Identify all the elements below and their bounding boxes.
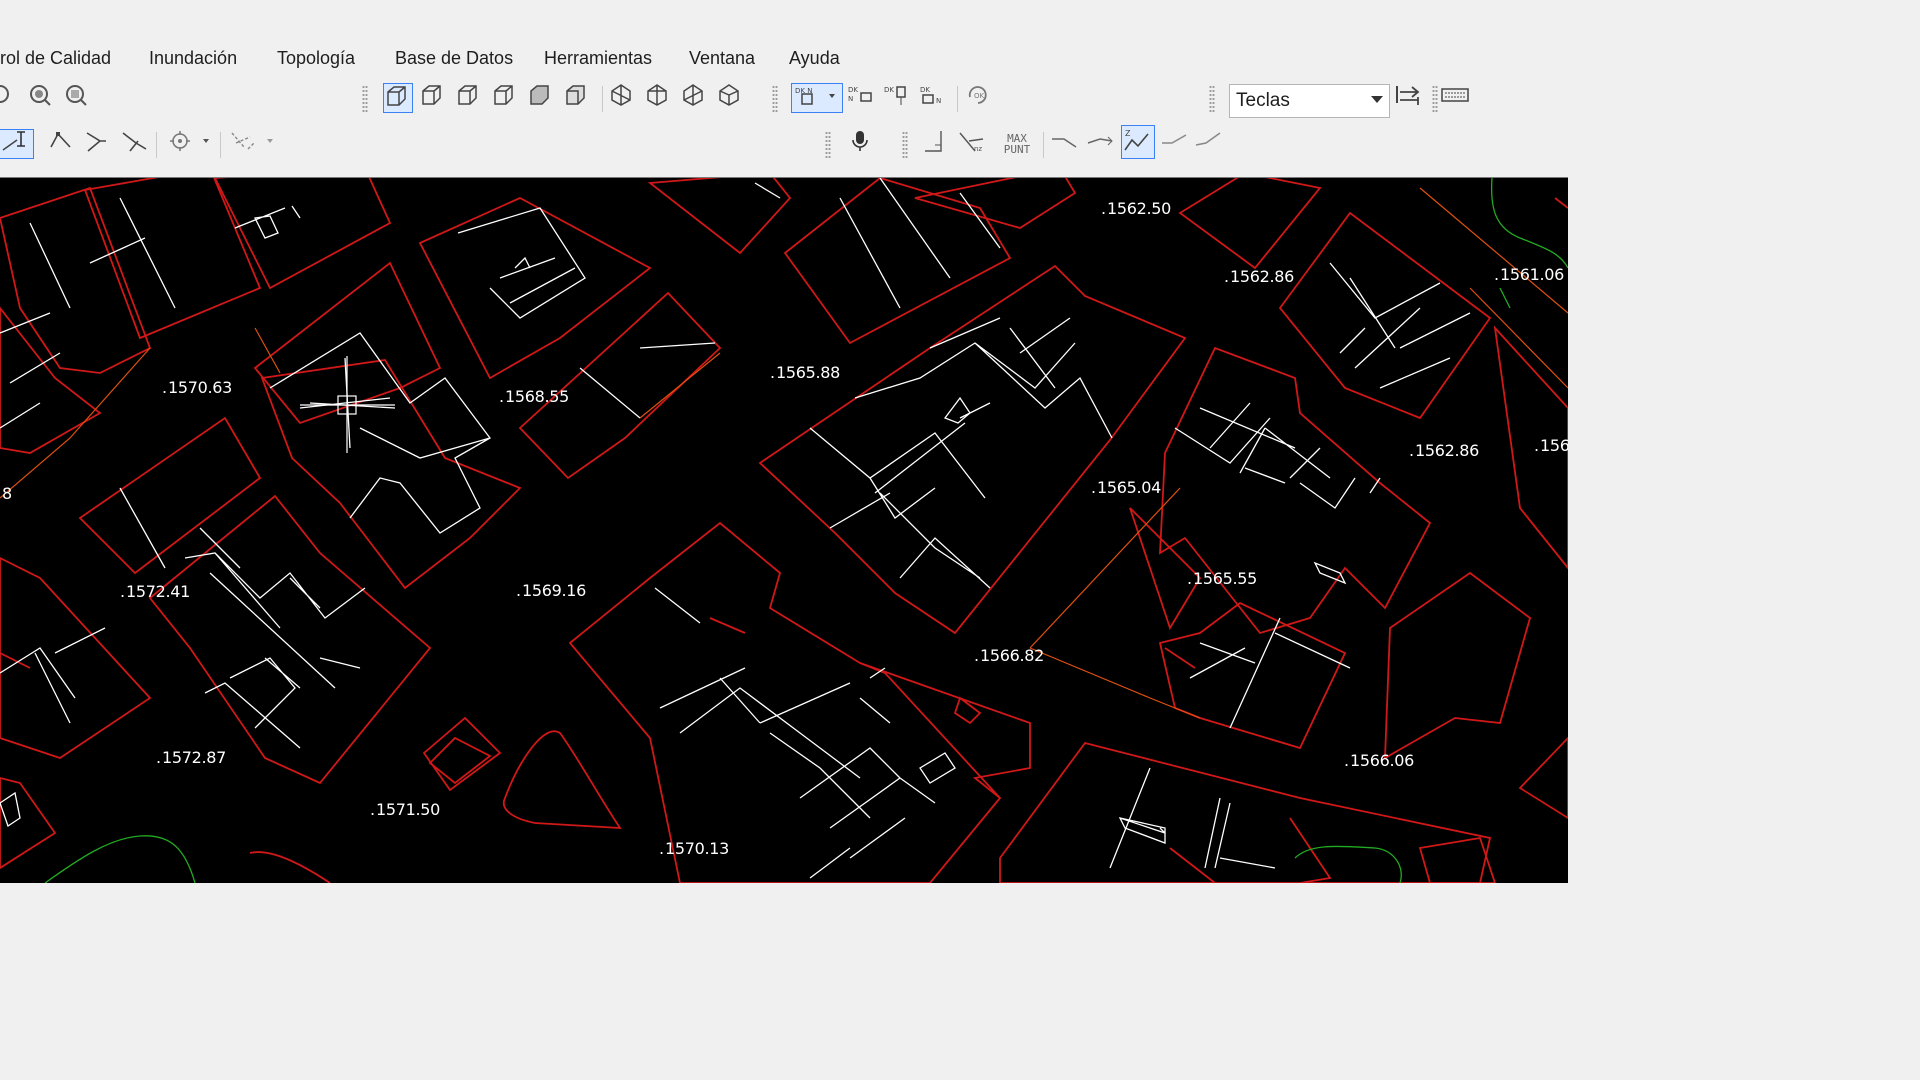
svg-text:nz: nz [974,145,982,153]
toolbar-grip[interactable] [1209,85,1215,113]
toolbar-grip[interactable] [362,85,368,113]
snap-north-icon[interactable]: DK N [847,83,877,113]
elevation-label: 1562.86 [1224,267,1294,286]
elevation-label: 1570.13 [659,839,729,858]
curve-2-icon[interactable] [1086,129,1116,159]
elevation-label: 1566.82 [974,646,1044,665]
cad-drawing [0,178,1568,883]
elevation-label: 1572.87 [156,748,226,767]
parcel-outlines [0,178,1568,883]
cube-view-bottom-icon[interactable] [563,83,593,113]
toolbar-grip[interactable] [825,131,831,159]
menu-control-calidad[interactable]: rol de Calidad [0,48,111,69]
text-cursor-icon[interactable] [0,129,34,159]
elevation-label: 1572.41 [120,582,190,601]
elevation-label: 1562.50 [1101,199,1171,218]
toolbar-grip[interactable] [772,85,778,113]
extend-line-icon[interactable] [84,129,114,159]
elevation-label: 1565.88 [770,363,840,382]
snap-dk-icon[interactable]: DK [883,83,913,113]
cube-view-left-icon[interactable] [491,83,521,113]
elevation-label: 1561.06 [1494,265,1564,284]
elevation-label: 156 [1534,436,1568,455]
max-punt-line2: PUNT [1003,143,1031,156]
title-bar [0,0,1568,38]
elevation-label: 1565.55 [1187,569,1257,588]
elevation-label: 1568.55 [499,387,569,406]
elevation-label: 1571.50 [370,800,440,819]
zoom-icon[interactable] [0,83,18,113]
toolbar-separator [156,132,157,158]
toolbar-separator [1043,132,1044,158]
curve-1-icon[interactable] [1050,129,1080,159]
toolbar-separator [220,132,221,158]
svg-text:DK N: DK N [795,87,812,95]
elevation-label: 8 [0,484,12,503]
iso-view-4-icon[interactable] [717,83,747,113]
slope-icon[interactable]: nz [957,129,987,159]
iso-view-3-icon[interactable] [681,83,711,113]
menu-herramientas[interactable]: Herramientas [544,48,652,69]
cube-view-top-icon[interactable] [383,83,413,113]
toolbar-separator [957,86,958,112]
toolbar-grip[interactable] [902,131,908,159]
snap-target-dropdown-icon[interactable] [166,129,216,159]
iso-view-2-icon[interactable] [645,83,675,113]
cad-drawing-canvas[interactable]: 1562.50 1562.86 1561.06 1570.63 1568.55 … [0,177,1568,883]
svg-text:DK: DK [920,86,930,94]
zoom-in-icon[interactable] [28,83,58,113]
angle-tool-dropdown-icon[interactable] [228,129,278,159]
profile-icon[interactable]: Z [1121,125,1155,159]
svg-text:N: N [936,97,941,105]
chevron-down-icon [1371,96,1383,103]
toolbar-draw: nz MAX PUNT Z [0,124,1568,166]
menu-inundacion[interactable]: Inundación [149,48,237,69]
trim-line-icon[interactable] [120,129,150,159]
svg-text:N: N [848,95,853,103]
menu-ventana[interactable]: Ventana [689,48,755,69]
input-mode-select[interactable]: Teclas [1229,84,1390,118]
menu-bar: rol de Calidad Inundación Topología Base… [0,44,1568,74]
swap-input-icon[interactable] [1394,83,1424,113]
curve-3-icon[interactable] [1160,129,1190,159]
elevation-label: 1569.16 [516,581,586,600]
input-mode-value: Teclas [1236,90,1290,111]
snap-mode-dropdown-icon[interactable]: DK N [791,83,843,113]
menu-ayuda[interactable]: Ayuda [789,48,840,69]
cube-view-front-icon[interactable] [419,83,449,113]
microphone-icon[interactable] [848,129,878,159]
svg-text:Z: Z [1125,129,1131,138]
svg-text:DK: DK [884,86,894,94]
toolbar-separator [602,86,603,112]
menu-topologia[interactable]: Topología [277,48,355,69]
elevation-label: 1566.06 [1344,751,1414,770]
curve-4-icon[interactable] [1194,129,1224,159]
toolbar-grip[interactable] [1432,85,1438,113]
road-lines [0,187,1568,719]
polyline-icon[interactable] [48,129,78,159]
elevation-label: 1565.04 [1091,478,1161,497]
elevation-label: 1562.86 [1409,441,1479,460]
corner-icon[interactable] [921,129,951,159]
elevation-label: 1570.63 [162,378,232,397]
keyboard-icon[interactable] [1441,83,1471,113]
max-punt-button[interactable]: MAX PUNT [1002,129,1032,159]
cube-view-right-icon[interactable] [455,83,485,113]
menu-base-de-datos[interactable]: Base de Datos [395,48,513,69]
zoom-out-icon[interactable] [64,83,94,113]
svg-text:OK: OK [974,92,985,100]
rotate-ok-icon[interactable]: OK [966,83,996,113]
snap-n-icon[interactable]: DK N [919,83,949,113]
iso-view-1-icon[interactable] [609,83,639,113]
cube-view-back-icon[interactable] [527,83,557,113]
svg-text:DK: DK [848,86,858,94]
